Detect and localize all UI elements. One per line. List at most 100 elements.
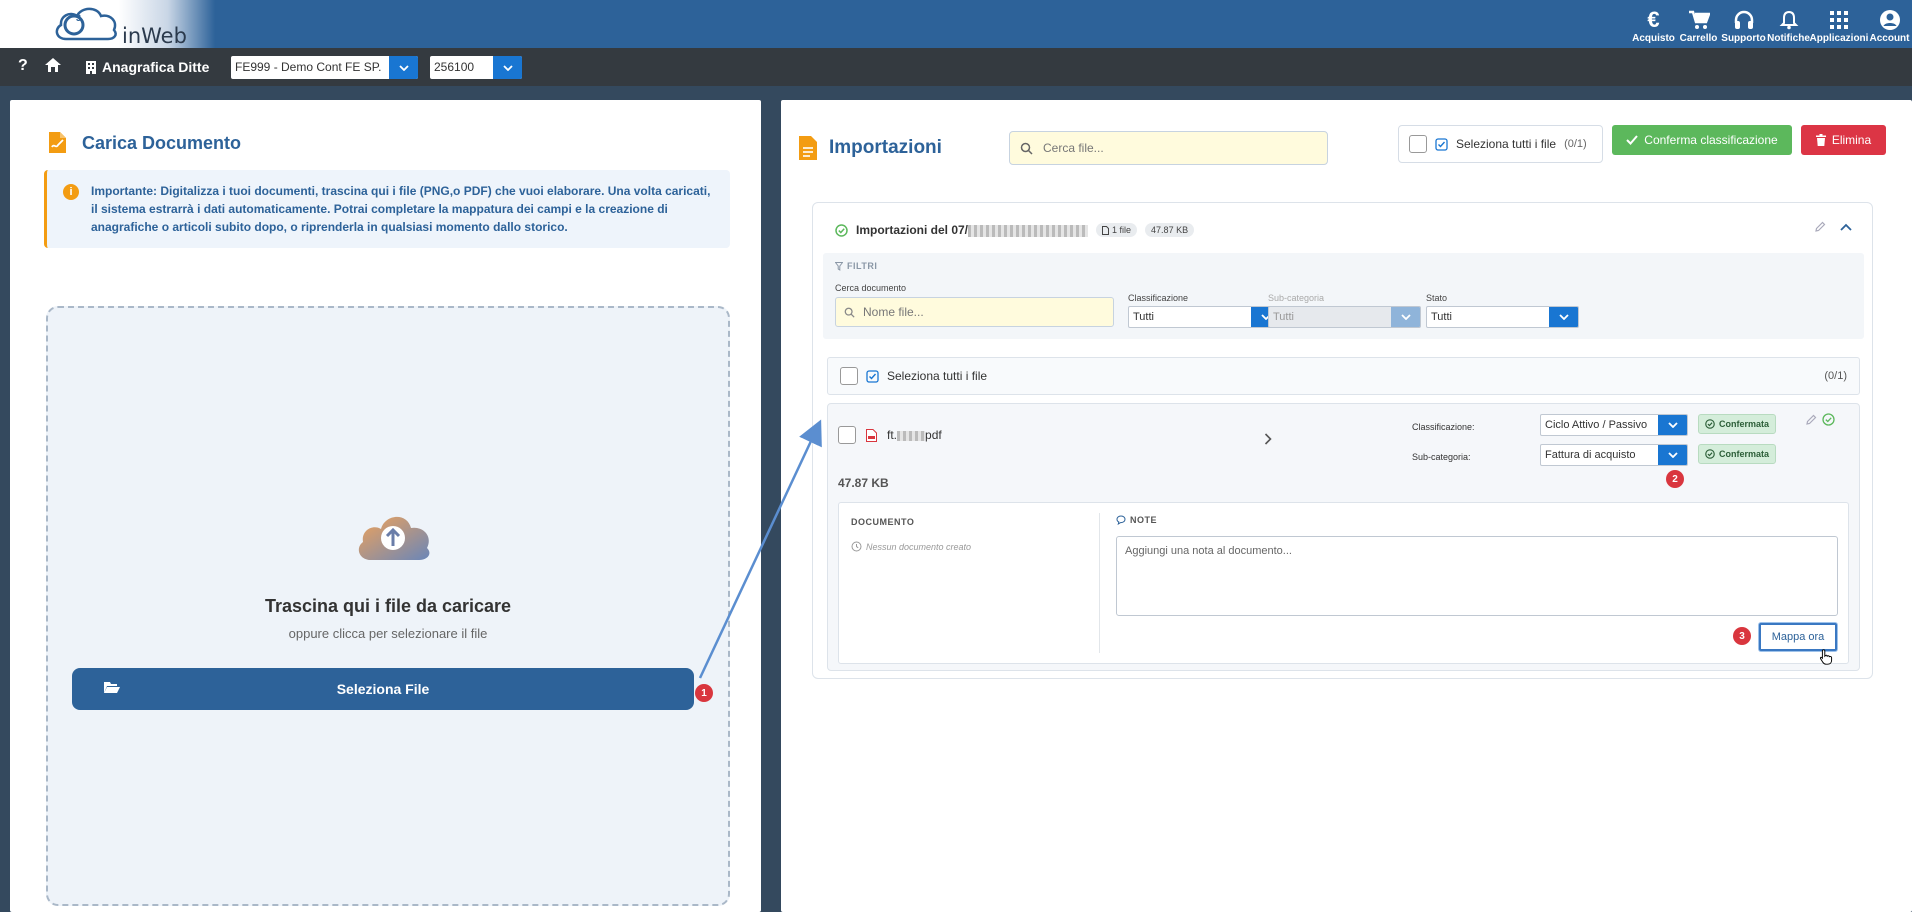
folder-open-icon <box>104 682 120 693</box>
check-circle-icon <box>1705 449 1715 459</box>
classification-status-badge: Confermata <box>1698 414 1777 434</box>
check-icon <box>1626 135 1639 145</box>
chevron-down-icon[interactable] <box>493 56 522 79</box>
files-count-pill: 1 file <box>1096 223 1138 237</box>
confirm-classification-button[interactable]: Conferma classificazione <box>1612 125 1792 155</box>
file-row: ft. pdf <box>838 426 942 444</box>
map-now-button[interactable]: Mappa ora <box>1759 623 1837 651</box>
file-size: 47.87 KB <box>838 476 889 490</box>
applicazioni-button[interactable]: Applicazioni <box>1810 0 1868 48</box>
acquisto-button[interactable]: € Acquisto <box>1631 0 1676 48</box>
divider <box>1099 513 1100 653</box>
select-all-checkbox[interactable] <box>1409 135 1427 153</box>
filter-icon <box>835 261 843 271</box>
search-doc-label: Cerca documento <box>835 283 907 293</box>
subcategory-select[interactable]: Fattura di acquisto <box>1540 444 1688 466</box>
anagrafica-ditte-link[interactable]: Anagrafica Ditte <box>86 59 209 75</box>
chevron-down-icon[interactable] <box>1658 445 1687 465</box>
chevron-down-icon[interactable] <box>1658 415 1687 435</box>
drop-subtitle: oppure clicca per selezionare il file <box>288 626 488 641</box>
import-group-header[interactable]: Importazioni del 07/ 1 file 47.87 KB <box>835 223 1195 237</box>
pencil-icon[interactable] <box>1814 221 1826 233</box>
delete-button[interactable]: Elimina <box>1801 125 1886 155</box>
file-name[interactable]: ft. pdf <box>887 428 942 442</box>
step-marker-2: 2 <box>1666 470 1684 488</box>
home-icon[interactable] <box>45 58 61 77</box>
select-all-files-checkbox[interactable] <box>840 367 858 385</box>
chevron-down-icon[interactable] <box>389 56 418 79</box>
search-icon <box>1020 142 1033 155</box>
trash-icon <box>1815 134 1826 146</box>
file-icon <box>799 136 817 160</box>
check-square-icon <box>1435 137 1448 151</box>
class-filter-select[interactable]: Tutti <box>1128 306 1281 328</box>
step-marker-1: 1 <box>695 684 713 702</box>
no-document-text: Nessun documento creato <box>851 541 971 552</box>
document-section-title: DOCUMENTO <box>851 517 915 527</box>
classification-label: Classificazione: <box>1412 422 1475 432</box>
chevron-right-icon[interactable] <box>1264 433 1272 445</box>
imports-title: Importazioni <box>799 136 942 160</box>
logo-text: inWeb <box>122 24 187 48</box>
cloud-upload-icon <box>358 516 430 560</box>
classification-select[interactable]: Ciclo Attivo / Passivo <box>1540 414 1688 436</box>
notifiche-button[interactable]: Notifiche <box>1766 0 1811 48</box>
file-search[interactable] <box>1009 131 1328 165</box>
doc-search-input[interactable] <box>863 305 1092 319</box>
check-square-icon <box>866 369 879 383</box>
info-icon: i <box>63 184 79 200</box>
filters-panel: FILTRI Cerca documento Classificazione T… <box>823 253 1864 339</box>
check-circle-icon <box>835 223 848 237</box>
note-textarea[interactable] <box>1116 536 1838 616</box>
company-select[interactable]: FE999 - Demo Cont FE SP. <box>231 56 418 79</box>
import-group-card: Importazioni del 07/ 1 file 47.87 KB FIL… <box>812 202 1873 679</box>
carrello-button[interactable]: Carrello <box>1676 0 1721 48</box>
search-input[interactable] <box>1043 141 1304 155</box>
state-filter-label: Stato <box>1426 293 1448 303</box>
doc-search[interactable] <box>835 297 1114 327</box>
info-alert: i Importante: Digitalizza i tuoi documen… <box>44 170 730 248</box>
state-filter-select[interactable]: Tutti <box>1426 306 1579 328</box>
file-checkbox[interactable] <box>838 426 856 444</box>
subcategory-status-badge: Confermata <box>1698 444 1777 464</box>
subcat-filter-label: Sub-categoria <box>1268 293 1325 303</box>
select-file-button[interactable]: Seleziona File <box>72 668 694 710</box>
search-icon <box>844 307 855 318</box>
pencil-icon[interactable] <box>1805 414 1817 426</box>
cart-icon <box>1688 8 1710 32</box>
building-icon <box>86 60 96 74</box>
logo[interactable]: 3 inWeb <box>0 0 215 48</box>
logo-cloud-icon: 3 <box>55 7 117 41</box>
dropzone[interactable]: Trascina qui i file da caricare oppure c… <box>46 306 730 906</box>
redacted-filename <box>897 430 926 441</box>
file-outline-icon <box>1102 225 1110 235</box>
supporto-button[interactable]: Supporto <box>1721 0 1766 48</box>
hand-cursor-icon <box>1819 649 1833 665</box>
upload-title: Carica Documento <box>46 131 241 155</box>
top-navbar: 3 inWeb € Acquisto Carrello Supporto Not… <box>0 0 1912 48</box>
step-marker-3: 3 <box>1733 627 1751 645</box>
euro-icon: € <box>1647 7 1660 32</box>
sub-navbar: ? Anagrafica Ditte FE999 - Demo Cont FE … <box>0 48 1912 86</box>
select-all-toolbar: Seleziona tutti i file (0/1) <box>1398 125 1603 163</box>
check-circle-icon <box>1705 419 1715 429</box>
class-filter-label: Classificazione <box>1128 293 1189 303</box>
check-circle-icon <box>1822 413 1835 426</box>
file-signature-icon <box>49 132 66 153</box>
filters-title: FILTRI <box>835 261 877 271</box>
grid-icon <box>1830 8 1848 32</box>
size-pill: 47.87 KB <box>1145 223 1195 237</box>
code-select[interactable]: 256100 <box>430 56 522 79</box>
subcategory-label: Sub-categoria: <box>1412 452 1471 462</box>
chevron-down-icon <box>1391 307 1420 327</box>
chevron-down-icon[interactable] <box>1549 307 1578 327</box>
subcat-filter-select: Tutti <box>1268 306 1421 328</box>
upload-panel: Carica Documento i Importante: Digitaliz… <box>10 100 761 912</box>
headset-icon <box>1733 8 1755 32</box>
chevron-up-icon[interactable] <box>1840 223 1852 231</box>
pdf-icon <box>866 428 877 442</box>
file-card: ft. pdf Classificazione: Ciclo Attivo / P… <box>827 403 1860 671</box>
help-button[interactable]: ? <box>18 57 28 75</box>
svg-text:3: 3 <box>76 13 81 23</box>
account-button[interactable]: Account <box>1867 0 1912 48</box>
